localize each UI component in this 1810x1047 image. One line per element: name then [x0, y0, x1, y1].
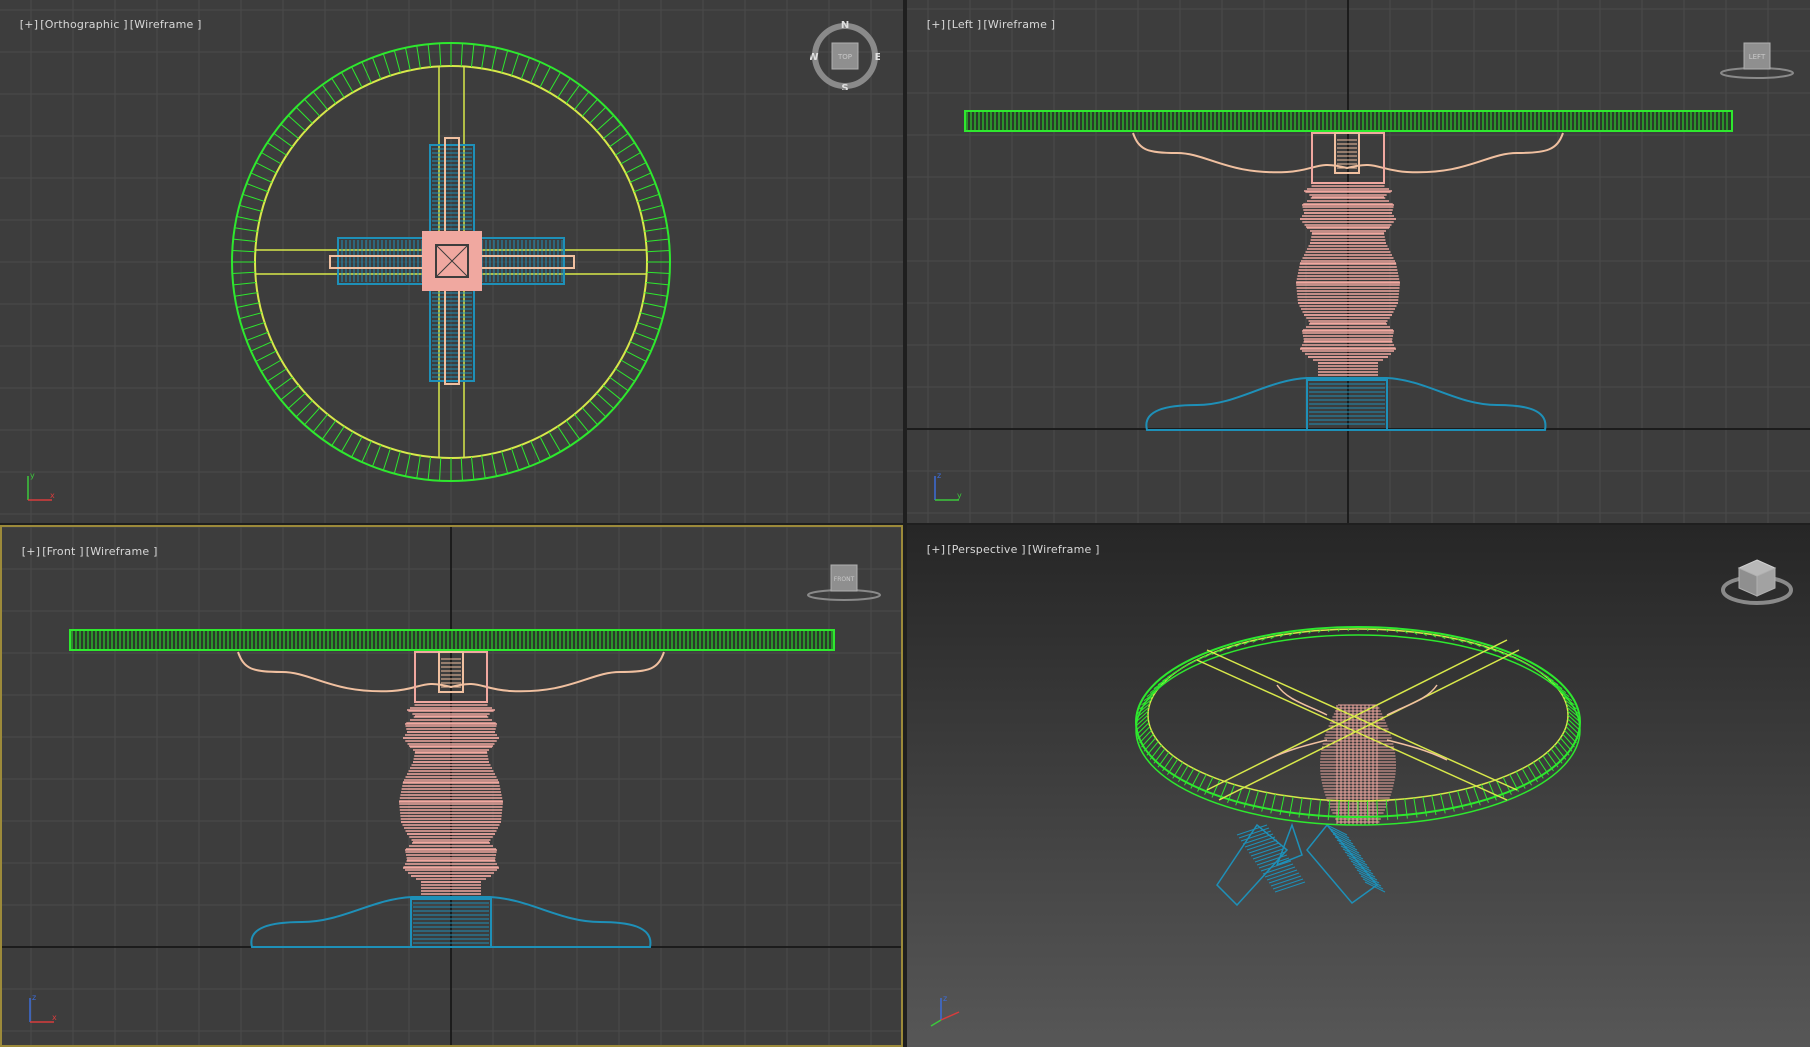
viewport-shading-mode[interactable]: [Wireframe ]: [1028, 543, 1100, 556]
viewport-label-perspective[interactable]: [+] [Perspective ] [Wireframe ]: [912, 530, 1102, 569]
axis-x-label: x: [52, 1013, 57, 1022]
viewport-menu-plus[interactable]: [+]: [927, 543, 945, 556]
axis-y-label: y: [30, 471, 35, 480]
axis-x-label: x: [50, 491, 55, 500]
viewcube-face-label: FRONT: [834, 576, 855, 583]
viewport-label-top[interactable]: [+] [Orthographic ] [Wireframe ]: [5, 5, 204, 44]
viewport-perspective[interactable]: [+] [Perspective ] [Wireframe ] z: [907, 525, 1810, 1047]
axis-z-label: z: [943, 994, 947, 1003]
axis-tripod-icon: z y: [934, 471, 962, 501]
viewcube-front[interactable]: FRONT: [804, 557, 884, 607]
axis-tripod-icon: z x: [29, 993, 57, 1023]
viewport-label-front[interactable]: [+] [Front ] [Wireframe ]: [7, 532, 160, 571]
viewport-shading-mode[interactable]: [Wireframe ]: [86, 545, 158, 558]
top-view-scene: [0, 0, 903, 523]
axis-tripod-icon: y x: [27, 471, 55, 501]
front-view-scene: [2, 527, 901, 1045]
left-view-scene: [907, 0, 1810, 523]
viewport-shading-mode[interactable]: [Wireframe ]: [130, 18, 202, 31]
viewcube-top[interactable]: TOP N S E W: [810, 20, 880, 90]
viewport-shading-mode[interactable]: [Wireframe ]: [983, 18, 1055, 31]
compass-west[interactable]: W: [810, 52, 819, 63]
viewport-menu-plus[interactable]: [+]: [20, 18, 38, 31]
viewport-view-name[interactable]: [Orthographic ]: [40, 18, 128, 31]
compass-north[interactable]: N: [841, 20, 849, 31]
compass-east[interactable]: E: [875, 52, 880, 63]
viewcube-face-label: TOP: [837, 53, 852, 61]
viewport-view-name[interactable]: [Left ]: [947, 18, 981, 31]
viewport-view-name[interactable]: [Front ]: [42, 545, 84, 558]
axis-z-label: z: [937, 471, 941, 480]
perspective-view-scene: [1135, 626, 1581, 907]
axis-tripod-icon: z: [930, 994, 960, 1027]
viewcube-perspective[interactable]: [1717, 550, 1797, 610]
viewport-left[interactable]: [+] [Left ] [Wireframe ] LEFT z y: [907, 0, 1810, 523]
viewcube-left[interactable]: LEFT: [1717, 35, 1797, 85]
axis-y-label: y: [957, 491, 962, 500]
viewport-label-left[interactable]: [+] [Left ] [Wireframe ]: [912, 5, 1057, 44]
viewport-view-name[interactable]: [Perspective ]: [947, 543, 1026, 556]
viewcube-face-label: LEFT: [1749, 53, 1766, 61]
viewport-menu-plus[interactable]: [+]: [22, 545, 40, 558]
viewport-menu-plus[interactable]: [+]: [927, 18, 945, 31]
compass-south[interactable]: S: [841, 83, 848, 90]
viewport-top-orthographic[interactable]: [+] [Orthographic ] [Wireframe ] TOP N S E…: [0, 0, 903, 523]
axis-z-label: z: [32, 993, 36, 1002]
tabletop-slab: [964, 110, 1733, 132]
viewport-front[interactable]: [+] [Front ] [Wireframe ] FRONT z x: [0, 525, 903, 1047]
